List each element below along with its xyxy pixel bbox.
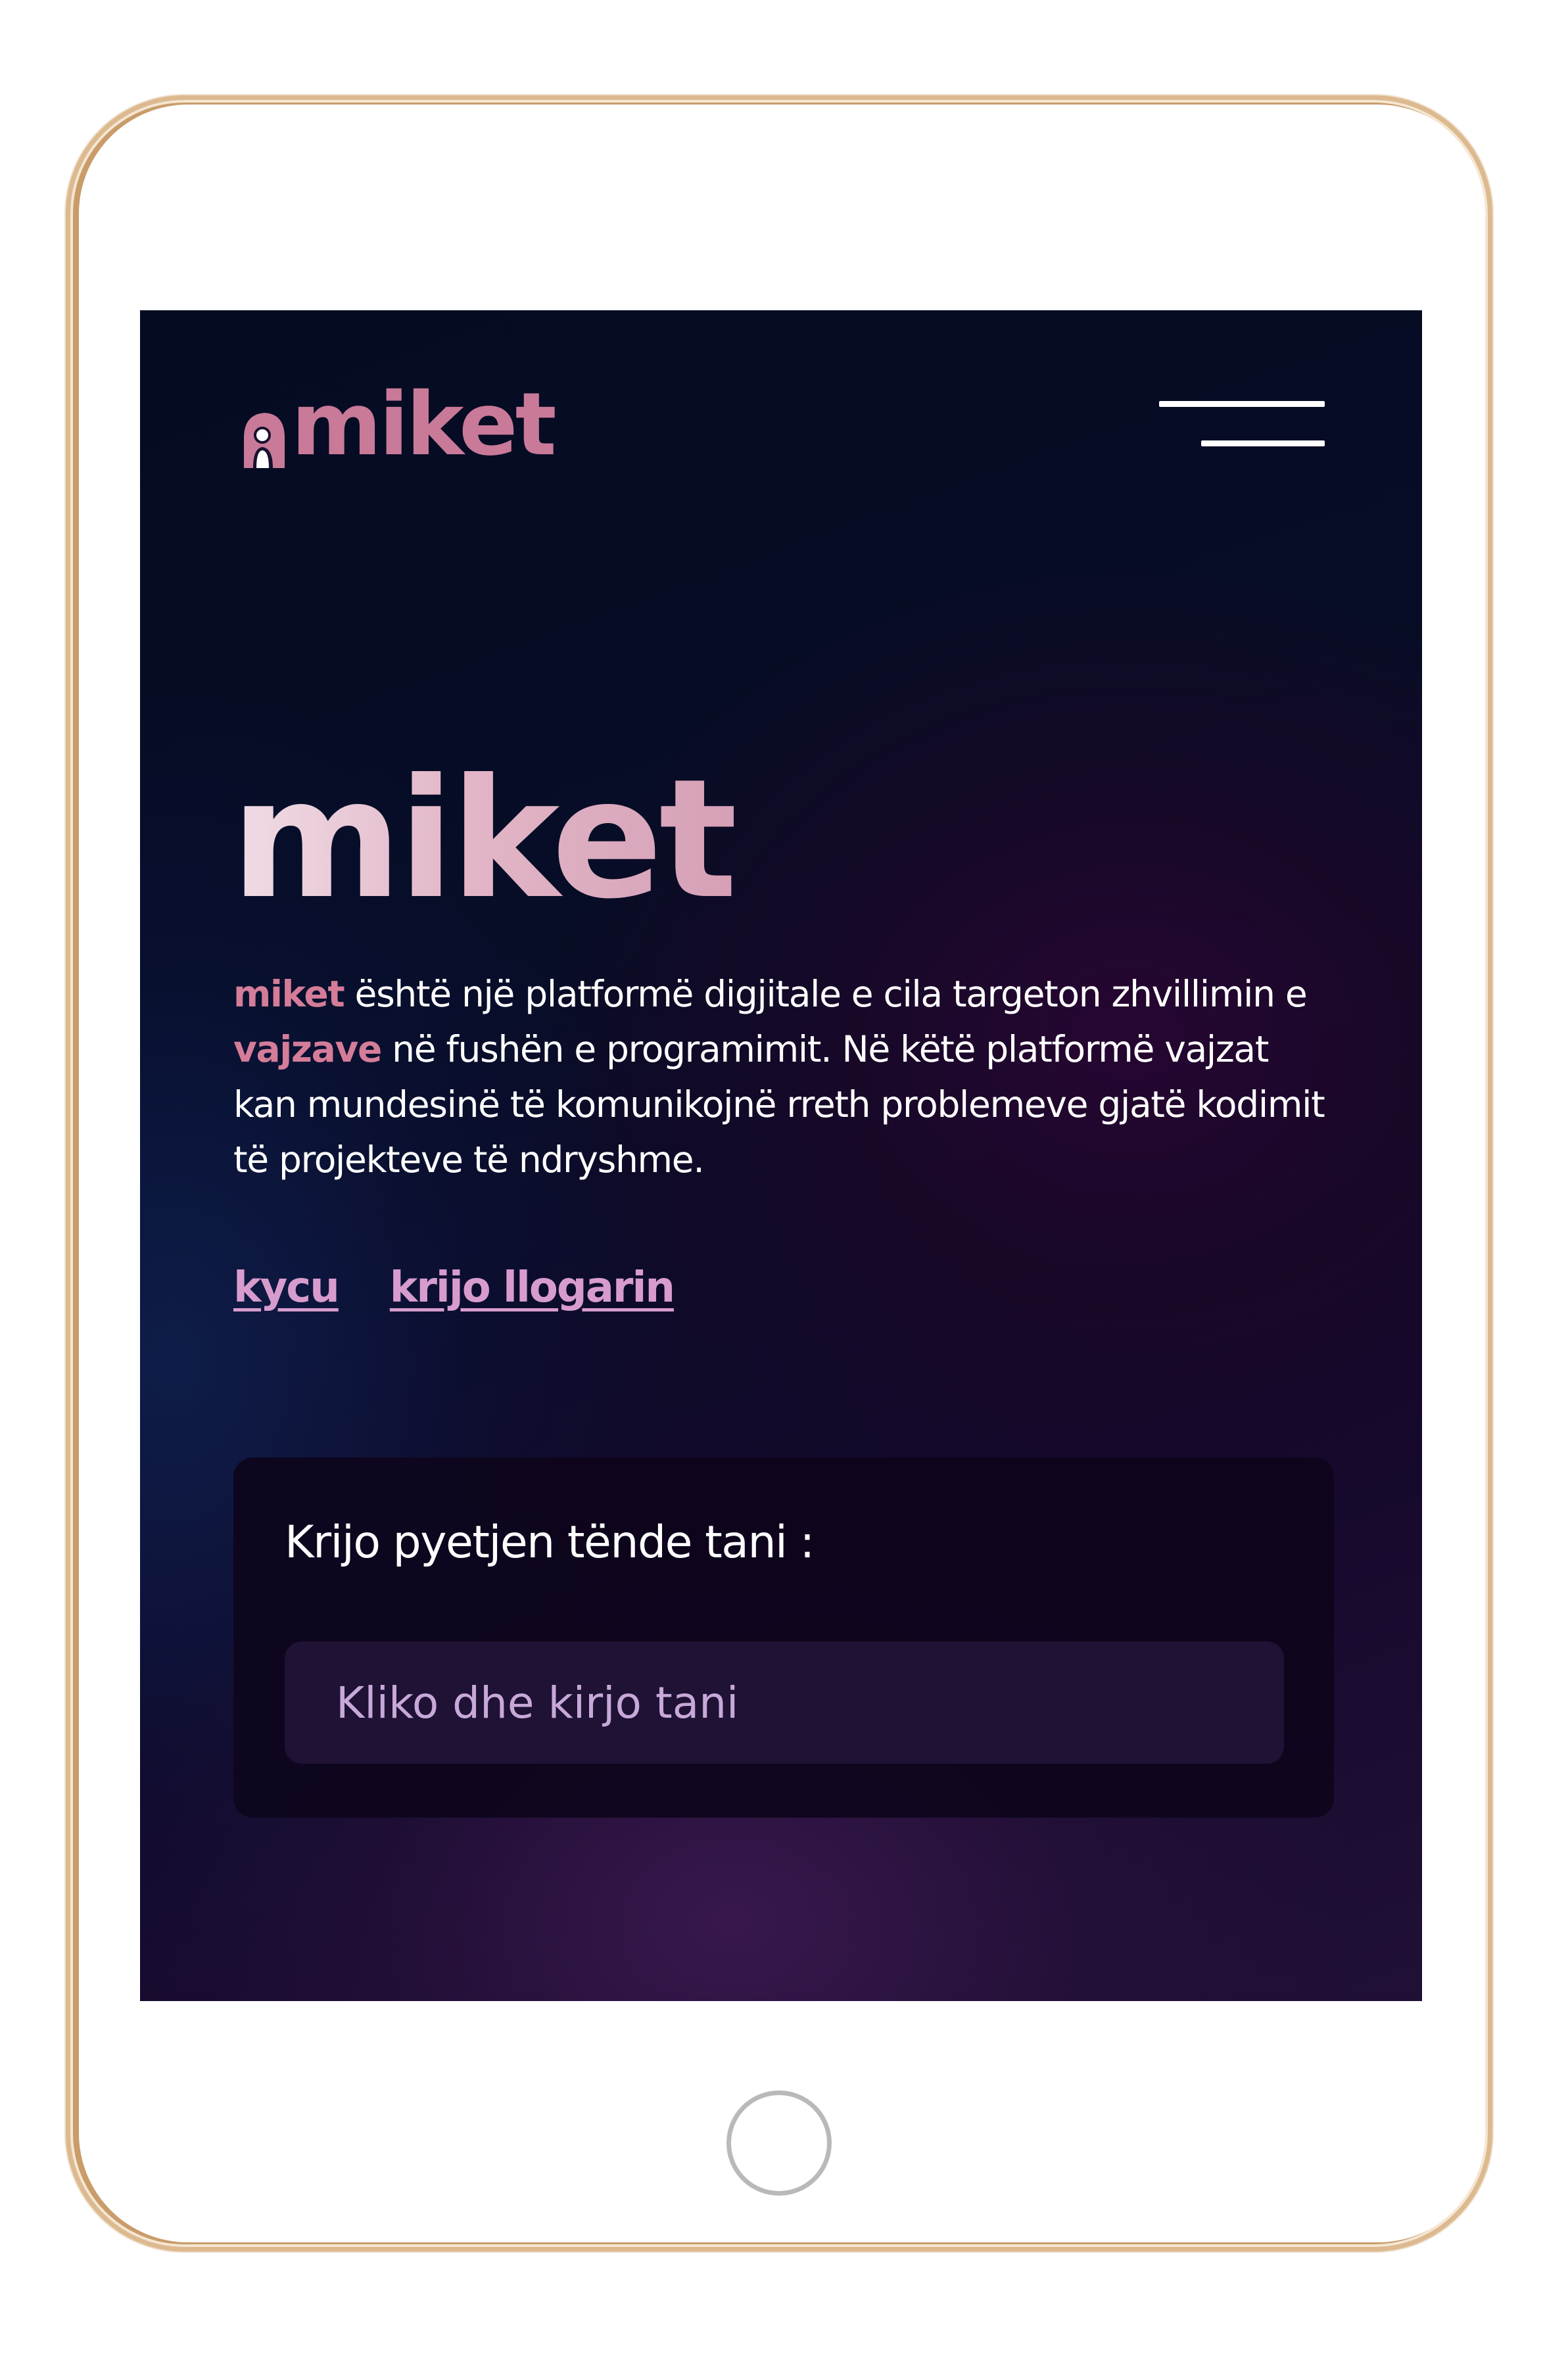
home-button[interactable]: [726, 2090, 832, 2196]
highlight-brand: miket: [233, 973, 345, 1015]
device-mockup: miket miket miket është një platformë di…: [0, 0, 1568, 2360]
hamburger-menu-icon: [1159, 401, 1325, 407]
highlight-girls: vajzave: [233, 1028, 382, 1070]
description-part-2: në fushën e programimit. Në këtë platfor…: [233, 1028, 1325, 1181]
girl-silhouette-icon: [240, 408, 289, 468]
question-input[interactable]: [285, 1641, 1284, 1764]
menu-button[interactable]: [1159, 394, 1337, 454]
hamburger-menu-icon-line: [1201, 440, 1325, 446]
logo[interactable]: miket: [240, 374, 557, 475]
description-part-1: është një platformë digjitale e cila tar…: [344, 973, 1308, 1015]
auth-links: kycu krijo llogarin: [233, 1263, 675, 1312]
question-label: Krijo pyetjen tënde tani :: [285, 1517, 815, 1569]
logo-text: miket: [291, 374, 557, 475]
hero-title: miket: [231, 743, 738, 935]
login-link[interactable]: kycu: [233, 1263, 340, 1312]
app-screen: miket miket miket është një platformë di…: [140, 310, 1422, 2001]
register-link[interactable]: krijo llogarin: [390, 1263, 675, 1312]
question-card: Krijo pyetjen tënde tani :: [233, 1457, 1334, 1818]
hero-description: miket është një platformë digjitale e ci…: [233, 966, 1338, 1187]
